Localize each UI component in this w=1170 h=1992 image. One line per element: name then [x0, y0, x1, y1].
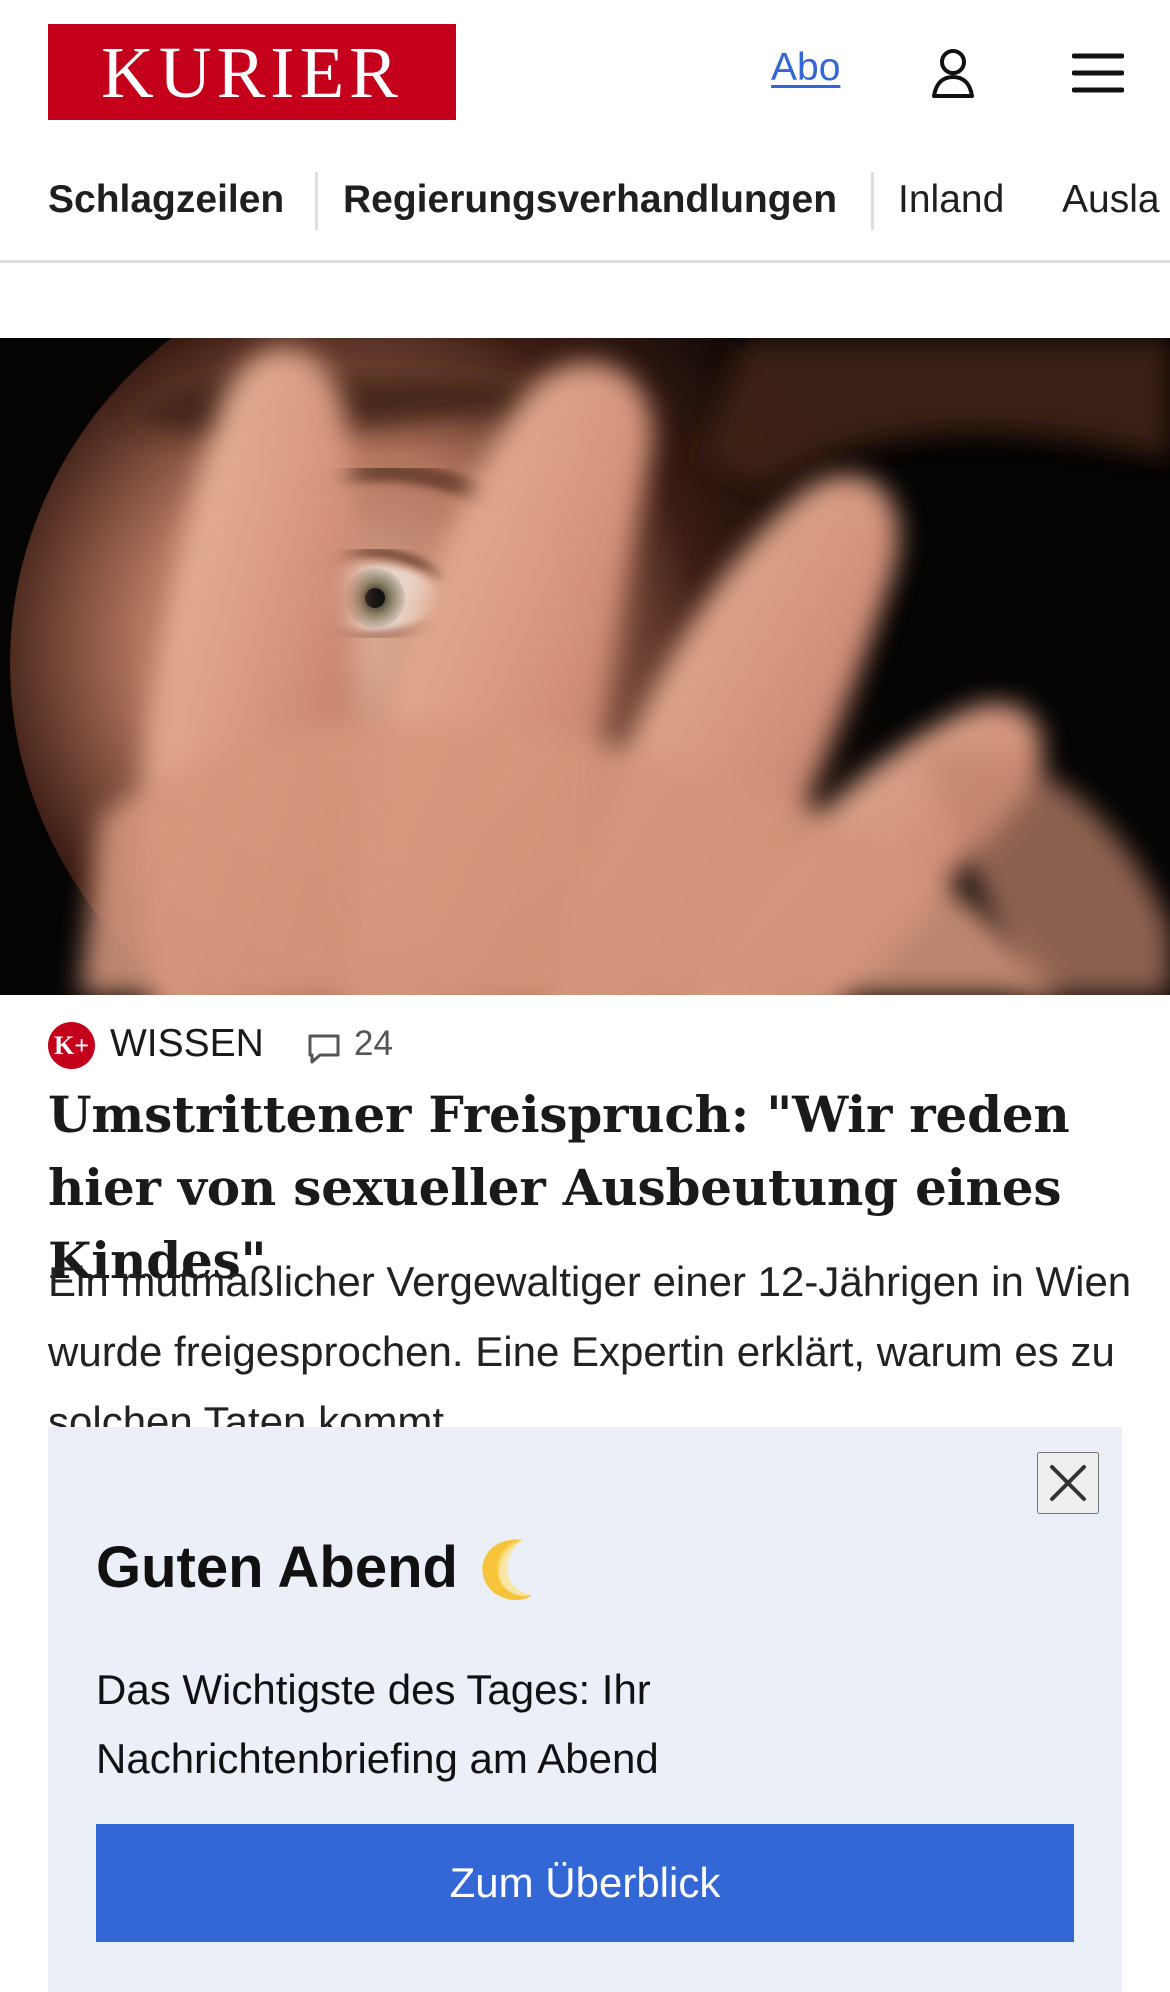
briefing-description: Das Wichtigste des Tages: Ihr Nachrichte…	[96, 1666, 659, 1782]
nav-separator	[315, 172, 318, 230]
nav-item-schlagzeilen[interactable]: Schlagzeilen	[48, 180, 284, 219]
site-header: KURIER Abo Schlagzeilen Regierungsverhan…	[0, 0, 1170, 263]
nav-separator	[871, 172, 874, 230]
article-hero-image[interactable]	[0, 338, 1170, 995]
article-section[interactable]: WISSEN	[110, 1022, 264, 1066]
close-icon	[1050, 1465, 1086, 1501]
nav-item-regierungsverhandlungen[interactable]: Regierungsverhandlungen	[343, 180, 837, 219]
abo-link[interactable]: Abo	[771, 48, 840, 87]
greeting-text: Guten Abend	[96, 1535, 458, 1601]
close-button[interactable]	[1037, 1452, 1099, 1514]
comment-count[interactable]: 24	[354, 1024, 393, 1064]
article-teaser: Ein mutmaßlicher Vergewaltiger einer 12-…	[48, 1258, 1132, 1429]
article-meta: K+ WISSEN 24	[48, 1021, 648, 1069]
comment-icon[interactable]	[305, 1029, 343, 1067]
menu-icon	[1072, 53, 1124, 93]
menu-button[interactable]	[1067, 42, 1129, 104]
crescent-moon-icon	[482, 1539, 532, 1601]
overview-button[interactable]: Zum Überblick	[96, 1824, 1074, 1942]
nav-item-ausland-partial[interactable]: Ausla	[1062, 180, 1160, 219]
briefing-greeting: Guten Abend	[96, 1534, 796, 1602]
user-icon	[932, 49, 974, 98]
nav-item-inland[interactable]: Inland	[898, 180, 1004, 219]
kurier-plus-icon: K+	[48, 1022, 95, 1069]
kurier-logo[interactable]: KURIER	[48, 24, 456, 120]
news-page: KURIER Abo Schlagzeilen Regierungsverhan…	[0, 0, 1170, 1992]
category-navigation: Schlagzeilen Regierungsverhandlungen Inl…	[0, 166, 1170, 263]
blurred-hand-photo	[0, 338, 1170, 995]
account-button[interactable]	[922, 42, 984, 104]
